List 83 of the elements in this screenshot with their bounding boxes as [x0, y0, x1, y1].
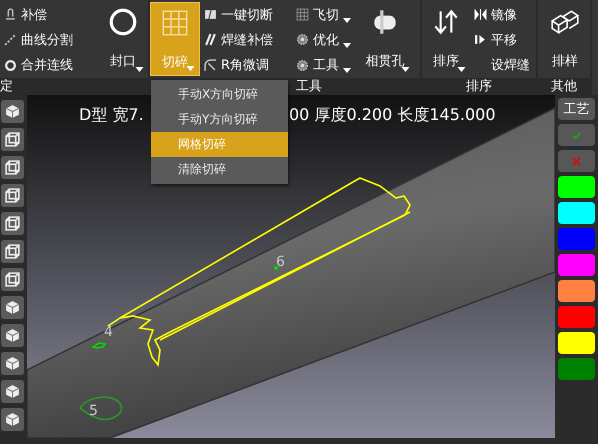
- contour-drawing: [79, 396, 122, 420]
- color-swatch[interactable]: [558, 358, 595, 380]
- view-button[interactable]: [1, 100, 24, 123]
- view-button[interactable]: [1, 240, 24, 263]
- ribbon-button[interactable]: 镜像: [474, 4, 536, 26]
- gear-icon: [296, 33, 309, 46]
- point-label: 5: [89, 403, 98, 419]
- weld-icon: [204, 33, 217, 46]
- wireframe-box-icon: [4, 187, 21, 204]
- ring-icon: [4, 58, 17, 72]
- wireframe-box-icon: [4, 215, 21, 232]
- close-icon: [571, 156, 582, 166]
- color-swatch[interactable]: [558, 306, 595, 328]
- group-label: 定: [0, 78, 148, 95]
- wireframe-box-icon: [4, 131, 21, 148]
- ribbon-button[interactable]: 焊缝补偿: [204, 28, 292, 51]
- ribbon-button[interactable]: 排序: [422, 2, 470, 76]
- color-swatch[interactable]: [558, 228, 595, 250]
- menu-item[interactable]: 清除切碎: [151, 157, 288, 182]
- mirror-icon: [474, 8, 487, 22]
- cube-icon: [4, 327, 21, 344]
- color-swatch[interactable]: [558, 332, 595, 354]
- view-button[interactable]: [1, 156, 24, 179]
- caret-icon: [343, 68, 351, 74]
- cube-icon: [4, 103, 21, 120]
- ribbon-button[interactable]: 优化: [296, 28, 356, 51]
- view-button[interactable]: [1, 268, 24, 291]
- view-button[interactable]: [1, 128, 24, 151]
- corner-icon: [204, 58, 217, 72]
- group-label: 其他: [538, 78, 590, 95]
- view-button[interactable]: [1, 184, 24, 207]
- checkmark-icon: [571, 130, 582, 140]
- point-label: 6: [276, 254, 285, 270]
- info-text: 00 厚度0.200 长度145.000: [289, 105, 496, 126]
- ribbon-button[interactable]: 合并连线: [4, 54, 98, 76]
- ribbon-button[interactable]: R角微调: [204, 54, 292, 76]
- view-button[interactable]: [1, 408, 24, 431]
- curve-split-icon: [4, 33, 17, 46]
- contour-drawing: [91, 342, 106, 349]
- ribbon-button[interactable]: 平移: [474, 28, 536, 51]
- caret-icon: [186, 66, 195, 71]
- view-button[interactable]: [1, 380, 24, 403]
- grid-icon: [296, 8, 309, 22]
- view-button[interactable]: [1, 212, 24, 235]
- caret-icon: [401, 67, 410, 72]
- color-swatch[interactable]: [558, 202, 595, 224]
- caret-icon: [343, 42, 351, 48]
- caret-icon: [135, 67, 144, 72]
- ribbon-button[interactable]: 设焊缝: [474, 54, 536, 76]
- ribbon-button[interactable]: 工具: [296, 54, 356, 76]
- color-swatch[interactable]: [558, 254, 595, 276]
- ribbon-button[interactable]: 一键切断: [204, 4, 292, 26]
- caret-icon: [343, 18, 351, 23]
- ribbon-button[interactable]: 封口: [98, 2, 148, 76]
- ribbon-button[interactable]: 排样: [538, 2, 592, 76]
- ribbon-button[interactable]: 飞切: [296, 4, 356, 26]
- gear-icon: [296, 58, 309, 72]
- confirm-button[interactable]: [558, 124, 595, 146]
- caret-icon: [457, 67, 466, 72]
- color-swatch[interactable]: [558, 176, 595, 198]
- marker-dot: [274, 266, 278, 270]
- circle-icon: [107, 6, 139, 38]
- view-button[interactable]: [1, 324, 24, 347]
- cube-icon: [4, 411, 21, 428]
- move-icon: [474, 33, 487, 46]
- wireframe-box-icon: [4, 271, 21, 288]
- point-label: 4: [104, 324, 113, 340]
- process-button[interactable]: 工艺: [558, 98, 595, 120]
- wireframe-box-icon: [4, 243, 21, 260]
- info-text: D型 宽7.: [79, 105, 144, 126]
- menu-item[interactable]: 手动Y方向切碎: [151, 107, 288, 132]
- cube-icon: [4, 355, 21, 372]
- view-button[interactable]: [1, 296, 24, 319]
- ribbon-button[interactable]: 曲线分割: [4, 28, 98, 51]
- cut-icon: [204, 8, 217, 22]
- cube-icon: [4, 299, 21, 316]
- wireframe-box-icon: [4, 159, 21, 176]
- group-label: 排序: [422, 78, 536, 95]
- color-swatch[interactable]: [558, 280, 595, 302]
- ribbon-button[interactable]: 补偿: [4, 4, 98, 26]
- cube-icon: [4, 383, 21, 400]
- ribbon-button[interactable]: 相贯孔: [356, 2, 414, 76]
- view-button[interactable]: [1, 352, 24, 375]
